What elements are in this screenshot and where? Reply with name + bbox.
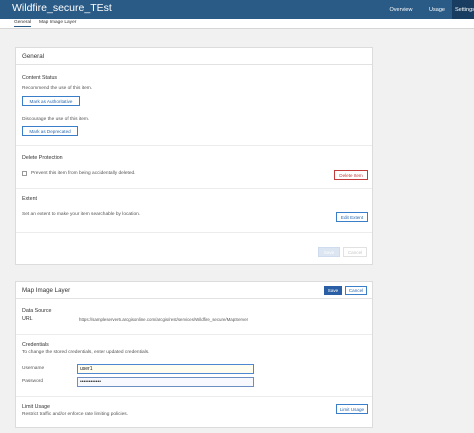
delete-protection-checkbox-label: Prevent this item from being accidentall… — [31, 171, 136, 176]
divider — [16, 188, 372, 189]
delete-item-button[interactable]: Delete Item — [334, 170, 368, 180]
subtab-map-image-layer[interactable]: Map Image Layer — [39, 20, 76, 26]
map-image-layer-panel-title: Map Image Layer — [16, 282, 372, 299]
general-cancel-button[interactable]: Cancel — [343, 247, 367, 257]
nav-tab-overview[interactable]: Overview — [384, 0, 418, 19]
delete-protection-checkbox[interactable] — [22, 171, 27, 176]
nav-tab-settings[interactable]: Settings — [452, 0, 474, 19]
edit-extent-button[interactable]: Edit Extent — [336, 212, 368, 222]
username-input[interactable]: user1 — [77, 364, 254, 374]
divider — [16, 145, 372, 146]
discourage-text: Discourage the use of this item. — [22, 117, 90, 122]
layer-cancel-button[interactable]: Cancel — [345, 286, 367, 295]
divider — [16, 396, 372, 397]
credentials-hint: To change the stored credentials, enter … — [22, 350, 150, 355]
top-header-bar: Wildfire_secure_TEst Overview Usage Sett… — [0, 0, 474, 19]
subtab-general[interactable]: General — [14, 20, 32, 27]
divider — [16, 232, 372, 233]
credentials-label: Credentials — [22, 342, 49, 348]
content-status-label: Content Status — [22, 75, 58, 81]
settings-subnav: General Map Image Layer — [0, 19, 474, 29]
username-label: Username — [22, 366, 45, 371]
divider — [16, 334, 372, 335]
url-value: https://sampleserver6.arcgisonline.com/a… — [79, 317, 249, 322]
extent-label: Extent — [22, 196, 38, 202]
item-title: Wildfire_secure_TEst — [12, 2, 112, 14]
limit-usage-button[interactable]: Limit Usage — [336, 404, 368, 414]
url-label: URL — [22, 316, 33, 322]
general-panel: General Content Status Recommend the use… — [15, 47, 373, 265]
general-save-button[interactable]: Save — [318, 247, 340, 257]
delete-protection-label: Delete Protection — [22, 155, 63, 161]
limit-usage-label: Limit Usage — [22, 404, 50, 410]
data-source-label: Data Source — [22, 308, 52, 314]
mark-deprecated-button[interactable]: Mark as Deprecated — [22, 126, 78, 136]
password-label: Password — [22, 379, 44, 384]
recommend-text: Recommend the use of this item. — [22, 86, 93, 91]
limit-usage-description: Restrict traffic and/or enforce rate lim… — [22, 412, 129, 417]
password-input[interactable]: •••••••••••• — [77, 377, 254, 387]
layer-save-button[interactable]: Save — [324, 286, 342, 295]
extent-description: Set an extent to make your item searchab… — [22, 212, 141, 217]
mark-authoritative-button[interactable]: Mark as Authoritative — [22, 96, 80, 106]
nav-tab-usage[interactable]: Usage — [424, 0, 450, 19]
map-image-layer-panel: Map Image Layer Save Cancel Data Source … — [15, 281, 373, 428]
general-panel-title: General — [16, 48, 372, 65]
